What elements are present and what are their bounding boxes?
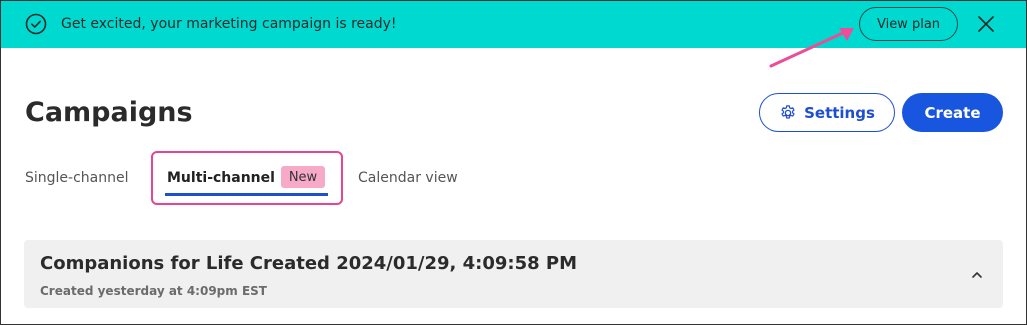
campaign-title: Companions for Life Created 2024/01/29, … xyxy=(40,253,578,274)
notification-banner: Get excited, your marketing campaign is … xyxy=(0,0,1027,48)
close-icon[interactable] xyxy=(975,13,997,35)
gear-icon xyxy=(781,104,795,119)
settings-button[interactable]: Settings xyxy=(759,93,895,132)
view-plan-button[interactable]: View plan xyxy=(859,7,958,41)
active-tab-indicator xyxy=(165,193,328,196)
tab-calendar-view[interactable]: Calendar view xyxy=(358,168,458,188)
campaign-subtitle: Created yesterday at 4:09pm EST xyxy=(40,284,267,298)
check-circle-icon xyxy=(25,13,47,35)
banner-message: Get excited, your marketing campaign is … xyxy=(61,16,397,32)
chevron-up-icon[interactable] xyxy=(970,268,984,282)
settings-label: Settings xyxy=(804,103,875,122)
page-title: Campaigns xyxy=(25,97,193,128)
new-badge: New xyxy=(281,166,325,188)
tab-single-channel[interactable]: Single-channel xyxy=(25,168,129,188)
campaign-card[interactable]: Companions for Life Created 2024/01/29, … xyxy=(24,240,1003,308)
annotation-arrow-icon xyxy=(769,28,854,68)
create-button[interactable]: Create xyxy=(902,93,1003,132)
tab-multi-channel[interactable]: Multi-channel xyxy=(167,168,275,188)
